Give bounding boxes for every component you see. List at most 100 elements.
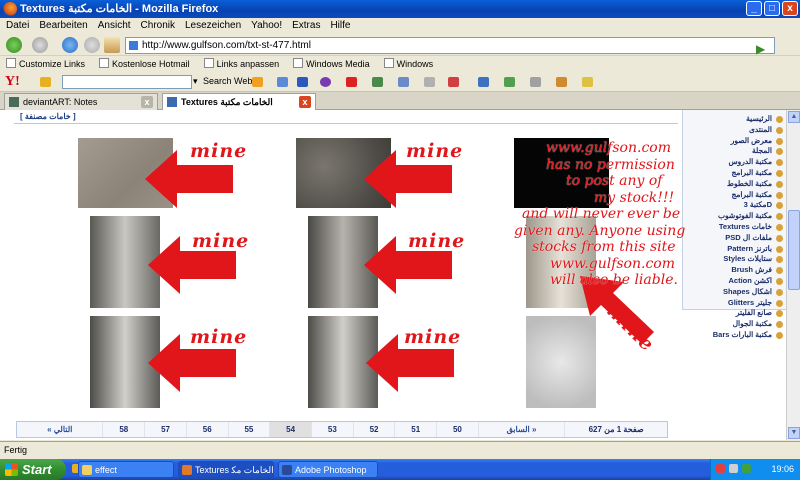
- taskbar-item-label: Textures ﺍﻟﺨﺎﻣﺎﺕ ﻣﻜ...: [195, 465, 274, 475]
- firefox-icon: [3, 2, 17, 16]
- bookmark-star-icon[interactable]: [556, 77, 567, 87]
- mine-label: mine: [190, 140, 248, 162]
- plus-icon[interactable]: [252, 77, 263, 87]
- pagination-page-link[interactable]: 58: [103, 422, 146, 437]
- bookmark-windows[interactable]: Windows: [384, 57, 434, 72]
- web-page: [ ﺧﺎﻣﺎﺕ ﻣﺼﻨﻔﺔ ] mine mine mine mine mine…: [0, 110, 786, 440]
- window-controls: _ □ x: [746, 1, 798, 16]
- bookmark-windows-media[interactable]: Windows Media: [293, 57, 370, 72]
- home-icon[interactable]: [104, 37, 120, 53]
- window-titlebar: Textures ﺍﻟﺨﺎﻣﺎﺕ ﻣﻜﺘﺒﺔ - Mozilla Firefox…: [0, 0, 800, 18]
- forward-icon[interactable]: [32, 37, 48, 53]
- settings-icon[interactable]: [530, 77, 541, 87]
- messenger-icon[interactable]: [320, 77, 331, 87]
- tray-volume-icon[interactable]: [729, 464, 738, 473]
- warning-line: to post any of: [566, 173, 663, 189]
- menu-bearbeiten[interactable]: Bearbeiten: [39, 18, 87, 34]
- pagination-current-page: 54: [270, 422, 312, 437]
- yahoo-toolbar: Y! ▾ Search Web: [0, 72, 800, 92]
- tray-network-icon[interactable]: [742, 464, 751, 473]
- sidebar-item[interactable]: ﺍﻟﺮﺋﻴﺴﻴﺔ: [683, 114, 786, 125]
- pagination: « ﺍﻟﺘﺎﻟﻲ 58 57 56 55 54 53 52 51 50 ﺍﻟﺴﺎ…: [16, 421, 668, 438]
- games-icon[interactable]: [504, 77, 515, 87]
- tray-alert-icon[interactable]: [716, 464, 725, 473]
- menu-lesezeichen[interactable]: Lesezeichen: [185, 18, 241, 34]
- sidebar-item[interactable]: ﻣﻜﺘﺒﺔ ﺍﻟﺠﻮﺍﻝ: [683, 319, 786, 330]
- tab-close-icon[interactable]: x: [141, 96, 153, 108]
- scroll-down-icon[interactable]: ▼: [788, 427, 800, 439]
- minimize-button[interactable]: _: [746, 1, 762, 16]
- reload-icon[interactable]: [62, 37, 78, 53]
- tab-bar: deviantART: Notes x Textures ﺍﻟﺨﺎﻣﺎﺕ ﻣﻜﺘ…: [0, 92, 800, 110]
- pagination-next-link[interactable]: « ﺍﻟﺘﺎﻟﻲ: [17, 422, 104, 437]
- sidebar-item[interactable]: Glitters ﺟﻠﻴﺘﺮ: [683, 298, 786, 309]
- taskbar-item-effect[interactable]: effect: [78, 461, 174, 478]
- address-bar[interactable]: http://www.gulfson.com/txt-st-477.html ▶: [125, 37, 775, 56]
- yahoo-logo[interactable]: Y!: [5, 74, 20, 90]
- scrollbar-thumb[interactable]: [788, 210, 800, 290]
- start-label: Start: [22, 462, 52, 477]
- pagination-page-link[interactable]: 50: [437, 422, 479, 437]
- tab-deviantart-notes[interactable]: deviantART: Notes x: [4, 93, 158, 110]
- navigation-toolbar: http://www.gulfson.com/txt-st-477.html ▶: [0, 34, 800, 56]
- page-icon[interactable]: [277, 77, 288, 87]
- tab-close-icon[interactable]: x: [299, 96, 311, 108]
- yahoo-search-button[interactable]: Search Web: [203, 76, 252, 86]
- start-button[interactable]: Start: [0, 459, 66, 480]
- mail-icon[interactable]: [398, 77, 409, 87]
- menu-chronik[interactable]: Chronik: [141, 18, 175, 34]
- stop-icon[interactable]: [84, 37, 100, 53]
- yahoo-y-icon[interactable]: [346, 77, 357, 87]
- finance-icon[interactable]: [372, 77, 383, 87]
- windows-logo-icon: [5, 463, 18, 476]
- pagination-page-link[interactable]: 57: [145, 422, 187, 437]
- pencil-icon[interactable]: [40, 77, 51, 87]
- menu-datei[interactable]: Datei: [6, 18, 29, 34]
- classified-textures-link[interactable]: [ ﺧﺎﻣﺎﺕ ﻣﺼﻨﻔﺔ ]: [20, 112, 76, 121]
- site-favicon: [129, 41, 138, 50]
- pagination-page-link[interactable]: 55: [229, 422, 271, 437]
- photoshop-icon: [282, 465, 292, 475]
- mine-label: mine: [406, 140, 464, 162]
- tray-clock: 19:06: [771, 464, 794, 474]
- taskbar-item-label: Adobe Photoshop: [295, 465, 367, 475]
- page-scrollbar[interactable]: ▲ ▼: [786, 110, 800, 440]
- news-icon[interactable]: [478, 77, 489, 87]
- menu-hilfe[interactable]: Hilfe: [330, 18, 350, 34]
- warning-line: and will never ever be: [522, 206, 681, 222]
- taskbar-item-label: effect: [95, 465, 117, 475]
- warning-line: will also be liable.: [550, 272, 678, 288]
- close-button[interactable]: x: [782, 1, 798, 16]
- pagination-prev-link[interactable]: ﺍﻟﺴﺎﺑﻖ »: [479, 422, 566, 437]
- taskbar-item-photoshop[interactable]: Adobe Photoshop: [278, 461, 378, 478]
- back-icon[interactable]: [6, 37, 22, 53]
- search-dropdown-icon[interactable]: ▾: [193, 76, 198, 87]
- go-icon[interactable]: ▶: [756, 42, 770, 56]
- tab-textures[interactable]: Textures ﺍﻟﺨﺎﻣﺎﺕ ﻣﻜﺘﺒﺔ x: [162, 93, 316, 110]
- tag-icon[interactable]: [424, 77, 435, 87]
- bookmark-customize-links[interactable]: Customize Links: [6, 57, 85, 72]
- music-icon[interactable]: [448, 77, 459, 87]
- pagination-page-link[interactable]: 53: [312, 422, 354, 437]
- yahoo-search-input[interactable]: [62, 75, 192, 89]
- menu-ansicht[interactable]: Ansicht: [98, 18, 131, 34]
- sidebar-item[interactable]: Bars ﻣﻜﺘﺒﺔ ﺍﻟﺒﺎﺭﺍﺕ: [683, 330, 786, 341]
- page-top-strip: [ ﺧﺎﻣﺎﺕ ﻣﺼﻨﻔﺔ ]: [14, 110, 678, 124]
- pagination-page-link[interactable]: 56: [187, 422, 229, 437]
- gulfson-favicon: [167, 97, 177, 107]
- highlighter-icon[interactable]: [582, 77, 593, 87]
- sidebar-item[interactable]: ﺍﻟﻤﻨﺘﺪﻯ: [683, 125, 786, 136]
- pagination-page-link[interactable]: 52: [354, 422, 396, 437]
- maximize-button[interactable]: □: [764, 1, 780, 16]
- bookmark-links-anpassen[interactable]: Links anpassen: [204, 57, 280, 72]
- bookmark-kostenlose-hotmail[interactable]: Kostenlose Hotmail: [99, 57, 190, 72]
- sidebar-item[interactable]: ﺻﺎﻧﻊ ﺍﻟﻔﻠﻴﺘﺮ: [683, 308, 786, 319]
- toolbar-blue-icon[interactable]: [297, 77, 308, 87]
- mine-label: mine: [404, 326, 462, 348]
- windows-taskbar: Start effect Textures ﺍﻟﺨﺎﻣﺎﺕ ﻣﻜ... Adob…: [0, 459, 800, 480]
- menu-yahoo[interactable]: Yahoo!: [251, 18, 282, 34]
- taskbar-item-firefox[interactable]: Textures ﺍﻟﺨﺎﻣﺎﺕ ﻣﻜ...: [178, 461, 274, 478]
- menu-extras[interactable]: Extras: [292, 18, 320, 34]
- scroll-up-icon[interactable]: ▲: [788, 111, 800, 123]
- pagination-page-link[interactable]: 51: [395, 422, 438, 437]
